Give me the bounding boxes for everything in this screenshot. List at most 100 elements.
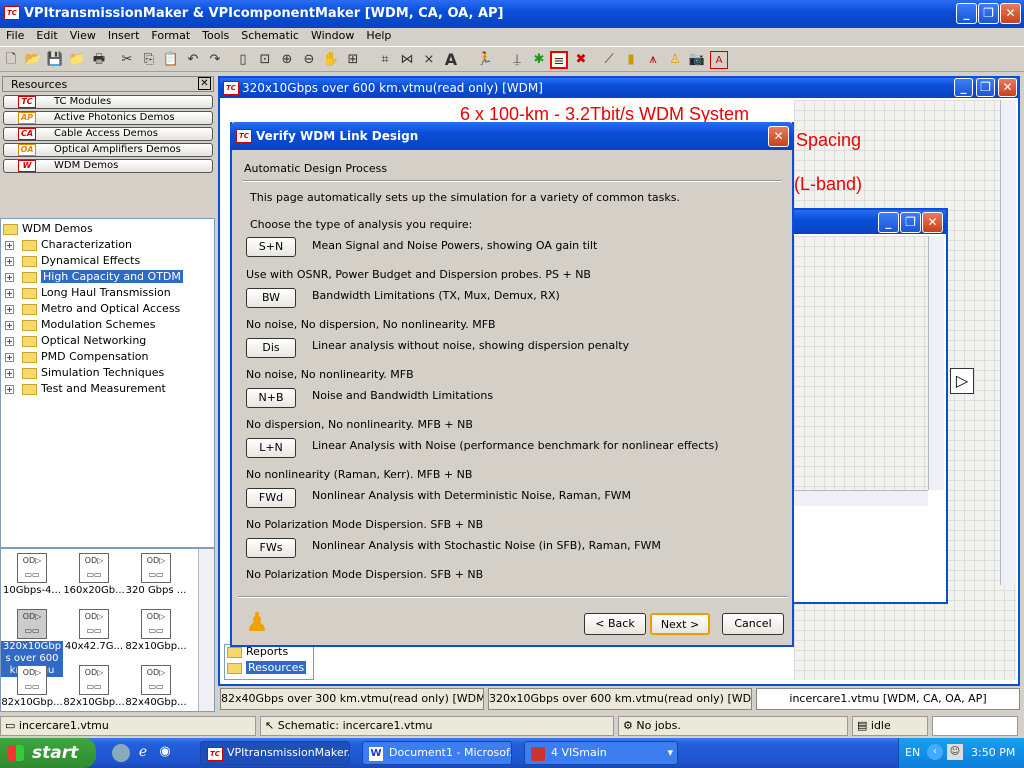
tree-item-long-haul[interactable]: + Long Haul Transmission: [5, 285, 171, 301]
expand-icon[interactable]: +: [5, 288, 14, 298]
paste-icon[interactable]: 📋: [162, 51, 180, 69]
task-vpi[interactable]: TC VPItransmissionMaker...: [200, 741, 350, 765]
tray-user-icon[interactable]: ☺: [947, 744, 963, 760]
menu-edit[interactable]: Edit: [30, 27, 63, 45]
thumb-item[interactable]: OD▷ ▭▭ 82x40Gbp...: [125, 665, 187, 709]
expand-icon[interactable]: +: [5, 352, 14, 362]
expand-icon[interactable]: +: [5, 336, 14, 346]
tree-item-pmd[interactable]: + PMD Compensation: [5, 349, 148, 365]
thumb-item[interactable]: OD▷ ▭▭ 82x10Gbp...: [63, 665, 125, 709]
task-word[interactable]: W Document1 - Microsof...: [362, 741, 512, 765]
menu-help[interactable]: Help: [360, 27, 397, 45]
distribute-icon[interactable]: ⋈: [398, 51, 416, 69]
resources-close-icon[interactable]: ✕: [198, 77, 211, 90]
schematic-minimize-button[interactable]: _: [954, 78, 973, 97]
inner-close-button[interactable]: ✕: [922, 212, 943, 233]
spectrum-icon[interactable]: ⩚: [644, 51, 662, 69]
expand-icon[interactable]: +: [5, 304, 14, 314]
run-options-icon[interactable]: ✱: [530, 51, 548, 69]
back-button[interactable]: < Back: [584, 613, 646, 635]
amplifier-icon[interactable]: ▷: [950, 368, 974, 394]
schematic-scrollbar[interactable]: [1000, 100, 1016, 585]
open-folder-icon[interactable]: 📂: [24, 51, 42, 69]
thumb-item[interactable]: OD▷ ▭▭ 40x42.7G...: [63, 609, 125, 653]
resource-tc-modules[interactable]: TC TC Modules: [3, 95, 213, 109]
schematic-restore-button[interactable]: ❐: [976, 78, 995, 97]
expand-icon[interactable]: +: [5, 272, 14, 282]
open-icon[interactable]: 📁: [68, 51, 86, 69]
task-vismain[interactable]: 4 VISmain ▾: [524, 741, 678, 765]
expand-icon[interactable]: +: [5, 384, 14, 394]
connect-icon[interactable]: ⨯: [420, 51, 438, 69]
run-icon[interactable]: 🏃: [476, 51, 494, 69]
pan-hand-icon[interactable]: ✋: [322, 51, 340, 69]
expand-icon[interactable]: +: [5, 368, 14, 378]
tree-item-characterization[interactable]: + Characterization: [5, 237, 132, 253]
tree-item-resources[interactable]: Resources: [227, 661, 307, 674]
person-icon[interactable]: ♙: [666, 51, 684, 69]
close-button[interactable]: ✕: [1000, 3, 1021, 24]
option-fwd-button[interactable]: FWd: [246, 488, 296, 508]
option-ln-button[interactable]: L+N: [246, 438, 296, 458]
thumbs-scrollbar[interactable]: [198, 549, 214, 711]
cancel-button[interactable]: Cancel: [722, 613, 784, 635]
inner-scrollbar-h[interactable]: [794, 490, 928, 506]
inner-minimize-button[interactable]: _: [878, 212, 899, 233]
undo-icon[interactable]: ↶: [184, 51, 202, 69]
edit-icon[interactable]: A: [710, 51, 728, 69]
wizard-icon[interactable]: ≡: [550, 51, 568, 69]
menu-schematic[interactable]: Schematic: [235, 27, 305, 45]
thumb-item[interactable]: OD▷ ▭▭ 82x10Gbp...: [1, 665, 63, 709]
option-sn-button[interactable]: S+N: [246, 237, 296, 257]
tree-item-simulation[interactable]: + Simulation Techniques: [5, 365, 164, 381]
text-icon[interactable]: A: [442, 51, 460, 69]
inner-canvas[interactable]: [794, 236, 928, 490]
tree-item-metro[interactable]: + Metro and Optical Access: [5, 301, 180, 317]
copy-icon[interactable]: ⎘: [140, 51, 158, 69]
minimize-button[interactable]: _: [956, 3, 977, 24]
menu-tools[interactable]: Tools: [196, 27, 235, 45]
tree-item-modulation[interactable]: + Modulation Schemes: [5, 317, 156, 333]
restore-button[interactable]: ❐: [978, 3, 999, 24]
note-icon[interactable]: ▮: [622, 51, 640, 69]
menu-window[interactable]: Window: [305, 27, 360, 45]
schematic-close-button[interactable]: ✕: [998, 78, 1017, 97]
tree-item-dynamical-effects[interactable]: + Dynamical Effects: [5, 253, 140, 269]
save-icon[interactable]: 💾: [46, 51, 64, 69]
tree-item-high-capacity[interactable]: + High Capacity and OTDM: [5, 269, 183, 285]
doc-tab-82x40[interactable]: 82x40Gbps over 300 km.vtmu(read only) [W…: [220, 688, 484, 710]
zoom-out-icon[interactable]: ⊖: [300, 51, 318, 69]
option-dis-button[interactable]: Dis: [246, 338, 296, 358]
print-icon[interactable]: 🖶: [90, 51, 108, 69]
quicklaunch-browser-icon[interactable]: ℯ: [134, 744, 152, 762]
expand-icon[interactable]: +: [5, 320, 14, 330]
chevron-down-icon[interactable]: ▾: [667, 742, 673, 764]
menu-file[interactable]: File: [0, 27, 30, 45]
menu-view[interactable]: View: [64, 27, 102, 45]
tree-item-optical-networking[interactable]: + Optical Networking: [5, 333, 146, 349]
tray-arrow-icon[interactable]: ‹: [927, 744, 943, 760]
cut-icon[interactable]: ✂: [118, 51, 136, 69]
tree-item-test[interactable]: + Test and Measurement: [5, 381, 166, 397]
thumb-item[interactable]: OD▷ ▭▭ 320 Gbps ...: [125, 553, 187, 597]
resource-optical-amplifiers[interactable]: OA Optical Amplifiers Demos: [3, 143, 213, 157]
redo-icon[interactable]: ↷: [206, 51, 224, 69]
option-bw-button[interactable]: BW: [246, 288, 296, 308]
resource-cable-access[interactable]: CA Cable Access Demos: [3, 127, 213, 141]
menu-format[interactable]: Format: [145, 27, 196, 45]
stop-icon[interactable]: ✖: [572, 51, 590, 69]
inner-restore-button[interactable]: ❐: [900, 212, 921, 233]
zoom-fit-icon[interactable]: ⊞: [344, 51, 362, 69]
resource-wdm-demos[interactable]: W WDM Demos: [3, 159, 213, 173]
menu-insert[interactable]: Insert: [102, 27, 146, 45]
quicklaunch-ie-icon[interactable]: [112, 744, 130, 762]
resource-active-photonics[interactable]: AP Active Photonics Demos: [3, 111, 213, 125]
camera-icon[interactable]: 📷: [688, 51, 706, 69]
thumb-item[interactable]: OD▷ ▭▭ 10Gbps-4...: [1, 553, 63, 597]
page-icon[interactable]: ▯: [234, 51, 252, 69]
expand-icon[interactable]: +: [5, 240, 14, 250]
dialog-close-button[interactable]: ✕: [768, 126, 789, 147]
pin-icon[interactable]: ⍊: [508, 51, 526, 69]
expand-icon[interactable]: +: [5, 256, 14, 266]
next-button[interactable]: Next >: [650, 613, 710, 635]
